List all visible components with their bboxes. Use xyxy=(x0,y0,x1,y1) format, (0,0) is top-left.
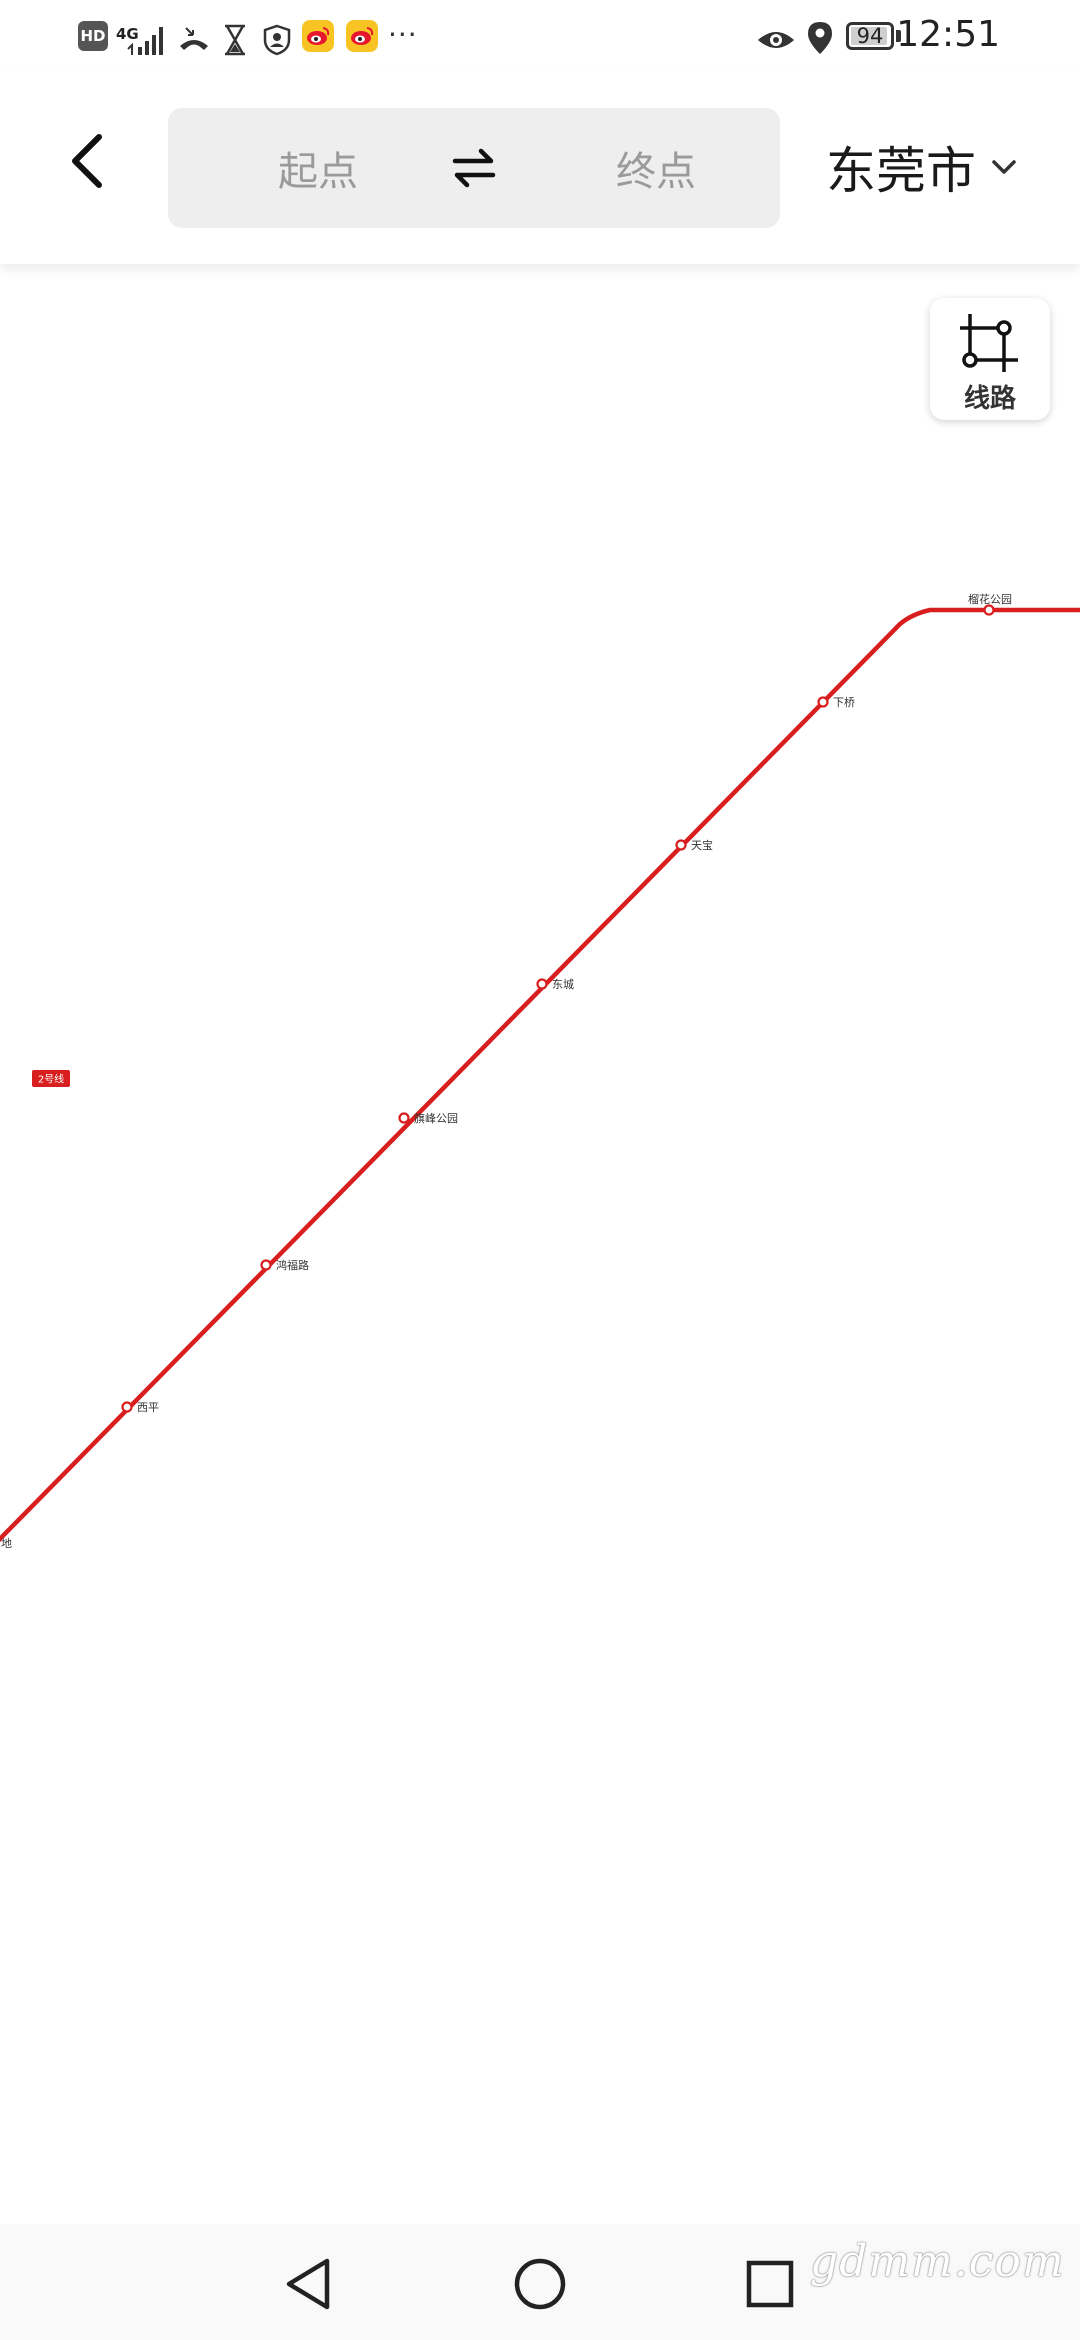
nav-recents-button[interactable] xyxy=(740,2254,800,2314)
station-label: 蛤地 xyxy=(0,1537,12,1550)
station-label: 鸿福路 xyxy=(276,1258,309,1272)
watermark-text: gdmm.com xyxy=(810,2236,1065,2287)
hd-badge: HD xyxy=(78,21,108,51)
station-gedi[interactable]: 蛤地 xyxy=(0,1537,12,1550)
line-badge-label: 2号线 xyxy=(38,1073,64,1086)
status-time: 12:51 xyxy=(896,13,1000,55)
lines-button-label: 线路 xyxy=(963,384,1016,414)
weibo-app-icon xyxy=(302,20,334,52)
route-nodes-icon xyxy=(960,314,1018,372)
square-recents-icon xyxy=(746,2260,794,2308)
nav-home-button[interactable] xyxy=(510,2254,570,2314)
end-point-input[interactable]: 终点 xyxy=(556,108,756,228)
swap-direction-button[interactable] xyxy=(442,138,506,198)
start-point-input[interactable]: 起点 xyxy=(218,108,418,228)
station-hongfu-road[interactable]: 鸿福路 xyxy=(260,1258,310,1272)
station-label: 西平 xyxy=(137,1401,159,1414)
station-label: 榴花公园 xyxy=(968,592,1012,606)
triangle-back-icon xyxy=(286,2258,330,2310)
route-input-box: 起点 终点 xyxy=(168,108,780,228)
line-badge-2[interactable]: 2号线 xyxy=(32,1070,70,1087)
status-bar: HD 4G ··· 94 12:51 xyxy=(0,0,1080,72)
circle-home-icon xyxy=(514,2258,566,2310)
station-label: 东城 xyxy=(552,978,574,991)
swap-arrows-icon xyxy=(452,148,496,188)
station-tianbao[interactable]: 天宝 xyxy=(675,838,714,852)
battery-level-text: 94 xyxy=(856,24,884,48)
lines-button[interactable]: 线路 xyxy=(930,298,1050,420)
eye-icon xyxy=(756,20,796,60)
station-label: 旗峰公园 xyxy=(414,1111,458,1125)
metro-line-2[interactable] xyxy=(0,607,1080,1549)
chevron-down-icon xyxy=(990,158,1018,176)
subway-map-canvas[interactable]: 2号线 榴花公园 下桥 天宝 东城 旗峰公园 鸿福路 西平 地 xyxy=(0,264,1080,2224)
nav-back-button[interactable] xyxy=(278,2254,338,2314)
weibo-app-icon-2 xyxy=(346,20,378,52)
station-xiping[interactable]: 西平 xyxy=(121,1401,160,1414)
city-selector[interactable]: 东莞市 xyxy=(826,122,1018,212)
city-name: 东莞市 xyxy=(826,142,976,200)
app-root: HD 4G ··· 94 12:51 起点 终点 东莞市 2号线 榴花公园 下桥… xyxy=(0,0,1080,2340)
subway-map[interactable]: 2号线 榴花公园 下桥 天宝 东城 旗峰公园 鸿福路 西平 地 xyxy=(0,264,1080,2224)
more-notifications-icon: ··· xyxy=(388,17,418,51)
battery-indicator: 94 xyxy=(846,22,894,50)
station-label: 下桥 xyxy=(833,696,855,709)
location-pin-icon xyxy=(806,18,834,58)
header-bar: 起点 终点 东莞市 xyxy=(0,72,1080,264)
station-xiaqiao[interactable]: 下桥 xyxy=(817,696,856,709)
shield-user-icon xyxy=(262,20,292,60)
signal-strength-icon xyxy=(126,20,170,60)
back-button[interactable] xyxy=(52,126,122,196)
chevron-left-icon xyxy=(72,134,102,188)
missed-call-icon xyxy=(176,20,212,60)
station-label: 天宝 xyxy=(691,838,713,852)
station-dongcheng[interactable]: 东城 xyxy=(536,978,575,991)
hourglass-icon xyxy=(222,20,248,60)
